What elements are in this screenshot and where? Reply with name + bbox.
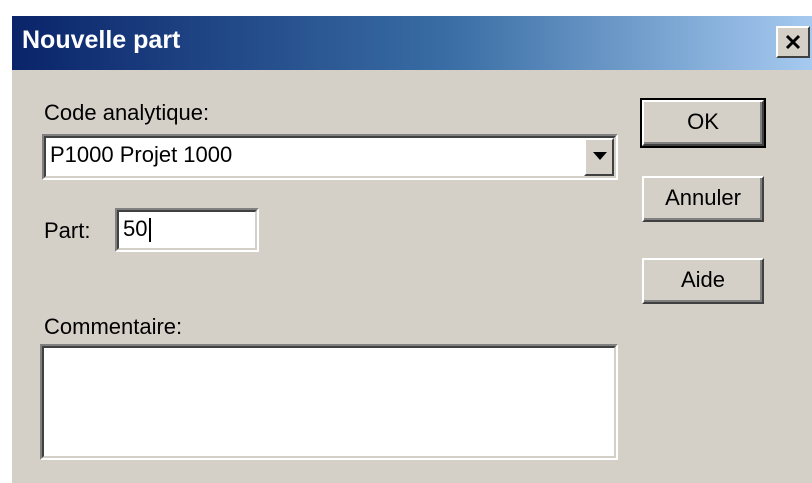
part-input[interactable]: 50 [115,208,259,252]
dialog-title: Nouvelle part [22,26,181,54]
close-icon [785,34,801,50]
comment-textarea[interactable] [40,344,618,460]
code-select-value: P1000 Projet 1000 [50,142,233,167]
close-button[interactable] [776,26,810,58]
part-input-value: 50 [123,216,148,241]
code-select[interactable]: P1000 Projet 1000 [42,134,618,180]
part-label: Part: [44,218,91,243]
ok-button[interactable]: OK [640,98,766,148]
dropdown-button[interactable] [584,138,614,176]
chevron-down-icon [593,152,607,160]
title-bar[interactable]: Nouvelle part [12,16,812,70]
help-button[interactable]: Aide [642,258,764,304]
cancel-button[interactable]: Annuler [642,176,764,222]
code-label: Code analytique: [44,100,210,125]
text-caret [149,218,151,242]
comment-label: Commentaire: [44,314,183,339]
dialog-window: Nouvelle part Code analytique: P1000 Pro… [10,14,812,483]
